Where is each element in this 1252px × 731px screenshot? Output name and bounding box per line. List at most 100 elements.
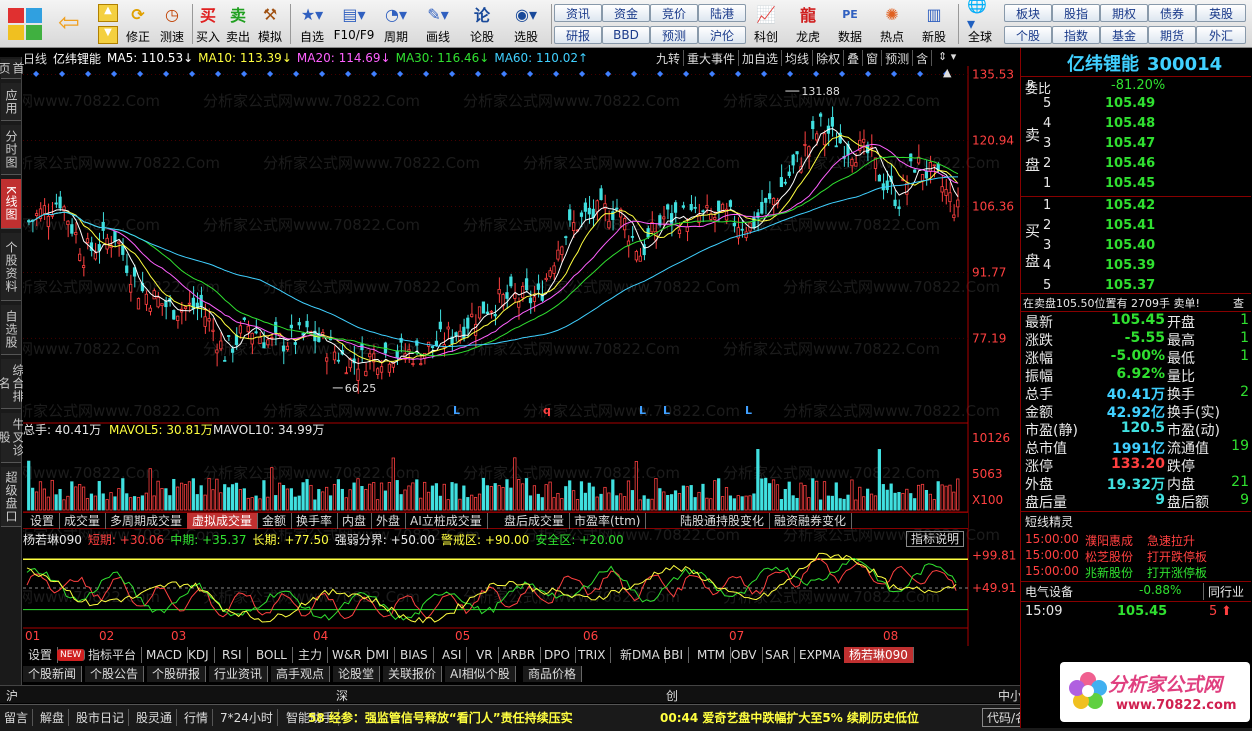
buy-button[interactable]: 买买入: [194, 2, 222, 46]
research-pill[interactable]: 研报: [554, 26, 602, 44]
nav-up-icon[interactable]: ▲: [98, 4, 118, 22]
status-item-5[interactable]: 7*24小时: [220, 709, 278, 726]
indicator-4[interactable]: KDJ: [183, 647, 215, 663]
indicator-6[interactable]: BOLL: [251, 647, 293, 663]
indicator-tab-1[interactable]: 成交量: [59, 513, 107, 529]
info-tab-4[interactable]: 高手观点: [271, 666, 331, 682]
indicator-11[interactable]: ASI: [437, 647, 468, 663]
shenzhen-index[interactable]: 深: [336, 687, 348, 704]
watchlist-button[interactable]: ★▾ 自选: [294, 2, 330, 46]
funds-pill[interactable]: 基金: [1100, 26, 1148, 44]
chart-btn-3[interactable]: 均线: [782, 50, 814, 66]
tab-home[interactable]: 首页: [0, 59, 25, 79]
status-item-4[interactable]: 行情: [184, 709, 214, 726]
short-line-title[interactable]: 短线精灵: [1025, 513, 1252, 531]
period-label[interactable]: 日线: [23, 50, 47, 67]
futures-pill[interactable]: 期货: [1148, 26, 1196, 44]
dragon-tiger-button[interactable]: 龍龙虎: [790, 2, 826, 46]
chart-btn-5[interactable]: 叠: [844, 50, 864, 66]
sell-level-1[interactable]: 1 105.45: [1021, 176, 1251, 194]
buy-level-1[interactable]: 1 105.42: [1021, 198, 1251, 216]
bonds-pill[interactable]: 债券: [1148, 4, 1196, 22]
data-button[interactable]: PE 数据: [832, 2, 868, 46]
indicator-15[interactable]: TRIX: [573, 647, 612, 663]
tab-apps[interactable]: 应用: [1, 83, 21, 121]
sell-button[interactable]: 卖卖出: [224, 2, 252, 46]
ipo-button[interactable]: ▥ 新股: [916, 2, 952, 46]
indicator-tab-8[interactable]: AI立桩成交量: [405, 513, 488, 529]
indicator-5[interactable]: RSI: [217, 647, 248, 663]
tab-stock-profile[interactable]: 个股资料: [1, 233, 21, 301]
back-arrow-icon[interactable]: ⇦: [58, 10, 80, 36]
period-button[interactable]: ◔▾ 周期: [378, 2, 414, 46]
indicator-12[interactable]: VR: [471, 647, 499, 663]
chinext-index[interactable]: 创: [666, 687, 678, 704]
sector-row[interactable]: 电气设备 -0.88% 同行业: [1021, 583, 1251, 601]
tab-kline-chart[interactable]: K线图: [1, 179, 21, 229]
chart-btn-6[interactable]: 窗: [863, 50, 883, 66]
indicator-tab-4[interactable]: 金额: [257, 513, 293, 529]
tab-ranking[interactable]: 综合排名: [0, 359, 25, 409]
info-tab-7[interactable]: AI相似个股: [445, 666, 516, 682]
indicator-explain-button[interactable]: 指标说明: [906, 531, 964, 547]
tab-super-orderbook[interactable]: 超级盘口: [1, 467, 21, 527]
indicator-22[interactable]: 杨若琳090: [844, 647, 914, 663]
indicator-2[interactable]: 指标平台: [83, 647, 143, 663]
indicator-10[interactable]: BIAS: [395, 647, 434, 663]
indicator-13[interactable]: ARBR: [497, 647, 542, 663]
f10-button[interactable]: ▤▾ F10/F9: [334, 2, 375, 46]
indicator-tab-5[interactable]: 换手率: [291, 513, 339, 529]
news-pill[interactable]: 资讯: [554, 4, 602, 22]
indicator-tab-2[interactable]: 多周期成交量: [105, 513, 189, 529]
star-market-button[interactable]: 📈 科创: [748, 2, 784, 46]
draw-line-button[interactable]: ✎▾ 画线: [420, 2, 456, 46]
uk-stocks-pill[interactable]: 英股: [1196, 4, 1246, 22]
chart-btn-2[interactable]: 加自选: [739, 50, 783, 66]
global-button[interactable]: 🌐▾ 全球: [960, 0, 1000, 46]
bbd-pill[interactable]: BBD: [602, 26, 650, 44]
indicator-tab-11[interactable]: 陆股通持股变化: [675, 513, 771, 529]
notice-check-button[interactable]: 查: [1233, 295, 1244, 311]
stock-picker-button[interactable]: ◉▾ 选股: [506, 2, 546, 46]
indicator-tab-12[interactable]: 融资融券变化: [769, 513, 853, 529]
news-ticker-2[interactable]: 00:44 爱奇艺盘中跌幅扩大至5% 续刷历史低位: [660, 709, 919, 726]
sector-pill[interactable]: 板块: [1004, 4, 1052, 22]
forecast-pill[interactable]: 预测: [650, 26, 698, 44]
info-tab-5[interactable]: 论股堂: [333, 666, 381, 682]
info-tab-6[interactable]: 关联报价: [383, 666, 443, 682]
tab-my-watchlist[interactable]: 自选股: [1, 305, 21, 355]
info-tab-3[interactable]: 行业资讯: [209, 666, 269, 682]
indicator-tab-9[interactable]: 盘后成交量: [499, 513, 571, 529]
nav-down-icon[interactable]: ▼: [98, 26, 118, 44]
indicator-tab-0[interactable]: 设置: [25, 513, 61, 529]
info-tab-0[interactable]: 个股新闻: [23, 666, 83, 682]
indicator-20[interactable]: SAR: [760, 647, 796, 663]
simulate-button[interactable]: ⚒ 模拟: [254, 2, 286, 46]
chart-btn-7[interactable]: 预测: [882, 50, 914, 66]
kline-chart[interactable]: 分析家公式网www.70822.Com 分析家公式网www.70822.Com 分析…: [23, 66, 1020, 646]
indicator-14[interactable]: DPO: [539, 647, 576, 663]
indicator-0[interactable]: 设置: [23, 647, 59, 663]
speed-test-button[interactable]: ◷ 测速: [156, 2, 188, 46]
short-line-item[interactable]: 15:00:00 兆新股份 打开涨停板: [1021, 564, 1251, 582]
forum-button[interactable]: 论论股: [466, 2, 498, 46]
indicator-9[interactable]: DMI: [361, 647, 396, 663]
hot-button[interactable]: ✺ 热点: [874, 2, 910, 46]
sell-level-2[interactable]: 2 105.46: [1021, 156, 1251, 174]
chart-btn-0[interactable]: 九转: [653, 50, 685, 66]
chart-menu-dropdown[interactable]: ⇕ ▾: [938, 50, 968, 66]
status-item-0[interactable]: 留言: [4, 709, 34, 726]
indicator-tab-3[interactable]: 虚拟成交量: [187, 513, 259, 529]
indicator-tab-7[interactable]: 外盘: [371, 513, 407, 529]
indicator-3[interactable]: MACD: [141, 647, 188, 663]
buy-level-2[interactable]: 2 105.41: [1021, 218, 1251, 236]
chart-btn-8[interactable]: 含: [913, 50, 933, 66]
sell-level-3[interactable]: 3 105.47: [1021, 136, 1251, 154]
options-pill[interactable]: 期权: [1100, 4, 1148, 22]
fund-pill[interactable]: 资金: [602, 4, 650, 22]
status-item-3[interactable]: 股灵通: [136, 709, 178, 726]
indicator-tab-10[interactable]: 市盈率(ttm): [569, 513, 647, 529]
indicator-tab-6[interactable]: 内盘: [337, 513, 373, 529]
indicator-19[interactable]: OBV: [726, 647, 763, 663]
chart-btn-4[interactable]: 除权: [813, 50, 845, 66]
